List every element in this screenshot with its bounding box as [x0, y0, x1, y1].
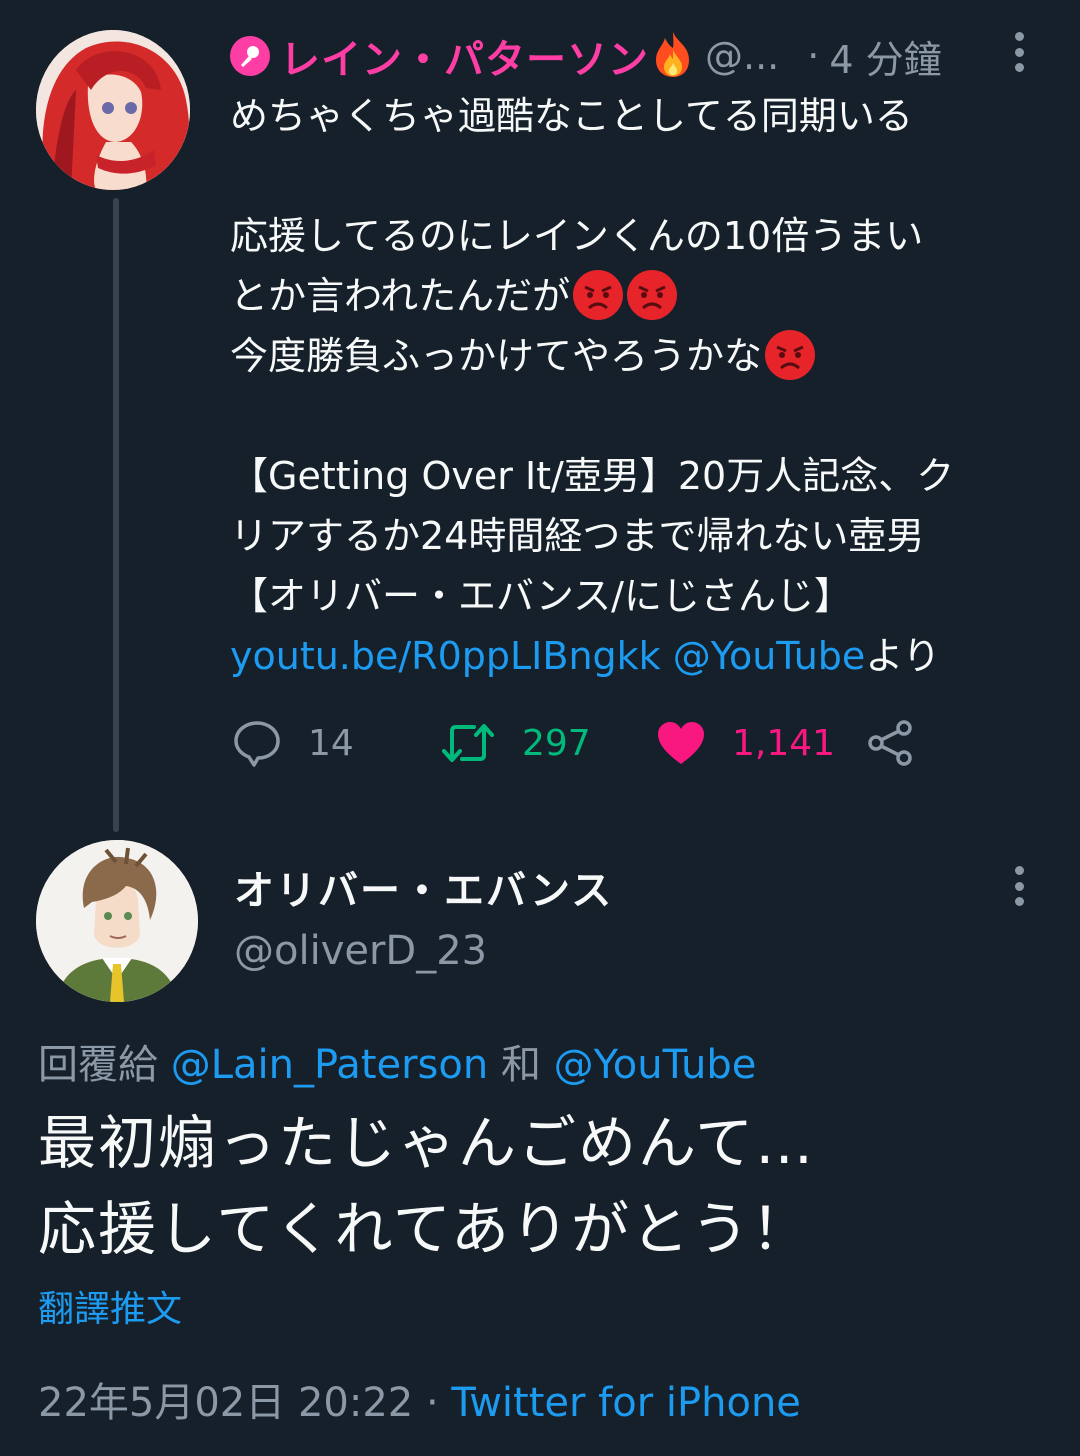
parent-timestamp[interactable]: 4 分鐘 — [829, 29, 941, 84]
like-button[interactable]: 1,141 — [656, 716, 835, 770]
parent-author-avatar[interactable] — [36, 30, 190, 190]
replying-to: 回覆給 @Lain_Paterson 和 @YouTube — [38, 1032, 756, 1090]
tweet-timestamp[interactable]: 22年5月02日 20:22 — [38, 1380, 413, 1426]
parent-body-line: 【オリバー・エバンス/にじさんじ】 — [230, 574, 852, 618]
youtube-link[interactable]: youtu.be/R0ppLIBngkk — [230, 634, 661, 678]
fire-icon — [651, 30, 695, 82]
thread-connector-line — [113, 198, 119, 832]
angry-face-emoji — [573, 270, 624, 320]
parent-author-name[interactable]: レイン・パターソン — [280, 27, 649, 85]
reply-text-line: 最初煽ったじゃんごめんて… — [38, 1109, 816, 1177]
parent-body-line: めちゃくちゃ過酷なことしてる同期いる — [230, 94, 913, 138]
heart-icon — [658, 722, 704, 764]
parent-body-text: とか言われたんだが — [230, 274, 571, 318]
share-icon — [868, 720, 912, 766]
like-count: 1,141 — [732, 722, 836, 764]
mention-link-youtube[interactable]: @YouTube — [554, 1042, 757, 1088]
more-options-icon[interactable] — [1014, 866, 1024, 906]
translate-tweet-link[interactable]: 翻譯推文 — [38, 1280, 182, 1332]
header-separator: · — [807, 34, 820, 78]
mention-link-lain[interactable]: @Lain_Paterson — [171, 1042, 489, 1088]
tweet-meta: 22年5月02日 20:22 · Twitter for iPhone — [38, 1370, 801, 1428]
reply-icon — [234, 721, 280, 767]
parent-body-line-with-emoji: 今度勝負ふっかけてやろうかな — [230, 326, 816, 386]
source-link[interactable]: Twitter for iPhone — [451, 1380, 801, 1426]
parent-author-handle[interactable]: @... — [705, 34, 779, 78]
reply-author-name[interactable]: オリバー・エバンス — [234, 858, 613, 916]
replying-and: 和 — [500, 1042, 541, 1088]
parent-tweet-header: レイン・パターソン @... · 4 分鐘 — [230, 26, 942, 86]
angry-face-emoji — [627, 270, 678, 320]
parent-body-line: 【Getting Over It/壺男】20万人記念、ク — [230, 454, 955, 498]
parent-body-line: 応援してるのにレインくんの10倍うまい — [230, 214, 924, 258]
youtube-mention-link[interactable]: @YouTube — [673, 634, 866, 678]
reply-count: 14 — [308, 722, 354, 764]
replying-prefix: 回覆給 — [38, 1042, 158, 1088]
link-suffix: より — [865, 634, 941, 678]
parent-body-text: 今度勝負ふっかけてやろうかな — [230, 334, 763, 378]
more-options-icon[interactable] — [1014, 32, 1024, 72]
retweet-button[interactable]: 297 — [440, 716, 591, 770]
parent-body-line: リアするか24時間経つまで帰れない壺男 — [230, 514, 925, 558]
retweet-icon — [442, 724, 494, 762]
retweet-count: 297 — [522, 722, 591, 764]
reply-text-line: 応援してくれてありがとう！ — [38, 1195, 812, 1263]
reply-button[interactable]: 14 — [232, 716, 354, 770]
microphone-badge-icon — [230, 36, 270, 76]
parent-link-line: youtu.be/R0ppLIBngkk @YouTubeより — [230, 626, 941, 686]
share-button[interactable] — [866, 716, 916, 770]
reply-author-avatar[interactable] — [36, 840, 198, 1002]
angry-face-emoji — [765, 330, 816, 380]
reply-author-handle[interactable]: @oliverD_23 — [234, 928, 487, 974]
parent-body-line-with-emoji: とか言われたんだが — [230, 266, 678, 326]
meta-separator: · — [425, 1380, 439, 1426]
